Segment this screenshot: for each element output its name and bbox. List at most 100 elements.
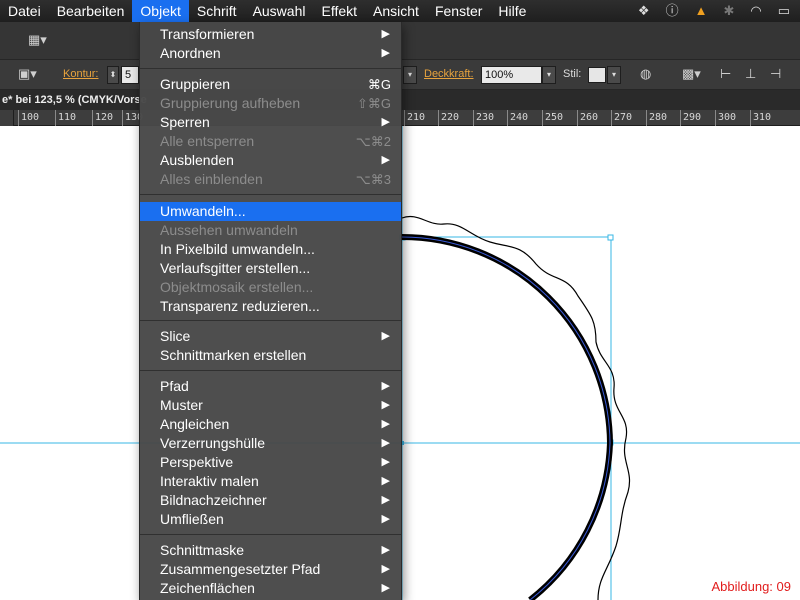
submenu-arrow-icon: ▶	[381, 418, 390, 430]
menu-bearbeiten[interactable]: Bearbeiten	[49, 0, 133, 22]
submenu-arrow-icon: ▶	[381, 28, 390, 40]
menu-item-label: Pfad	[160, 378, 189, 394]
menu-item-label: Bildnachzeichner	[160, 492, 267, 508]
submenu-arrow-icon: ▶	[381, 437, 390, 449]
menu-item-shortcut: ⌥⌘2	[355, 134, 391, 149]
bluetooth-icon[interactable]: ✱	[723, 0, 734, 22]
wifi-icon[interactable]: ◠	[750, 0, 761, 22]
menu-item-umfliessen[interactable]: Umfließen ▶	[140, 510, 401, 529]
menu-item-objektmosaik-erstellen[interactable]: Objektmosaik erstellen...	[140, 278, 401, 297]
menu-item-angleichen[interactable]: Angleichen ▶	[140, 415, 401, 434]
deckkraft-dropdown[interactable]: ▾	[542, 66, 556, 84]
menu-item-label: Sperren	[160, 114, 210, 130]
menu-item-ausblenden[interactable]: Ausblenden ▶	[140, 151, 401, 170]
document-tab[interactable]: e* bei 123,5 % (CMYK/Vorse	[0, 90, 147, 110]
menu-item-label: Angleichen	[160, 416, 230, 432]
kontur-stepper[interactable]: ⬍	[107, 66, 119, 84]
stil-dropdown[interactable]: ▾	[607, 66, 621, 84]
submenu-arrow-icon: ▶	[381, 456, 390, 468]
menu-item-gruppieren[interactable]: Gruppieren ⌘G	[140, 75, 401, 94]
menu-item-label: Slice	[160, 328, 191, 344]
submenu-arrow-icon: ▶	[381, 582, 390, 594]
menu-datei[interactable]: Datei	[0, 0, 49, 22]
ruler-label: 270	[614, 112, 633, 123]
info-icon[interactable]: ⓘ	[666, 0, 679, 22]
vlc-icon[interactable]: ▲	[695, 0, 708, 22]
battery-icon[interactable]: ▭	[778, 0, 790, 22]
menu-item-label: Zusammengesetzter Pfad	[160, 561, 321, 577]
menu-item-interaktiv-malen[interactable]: Interaktiv malen ▶	[140, 472, 401, 491]
submenu-arrow-icon: ▶	[381, 116, 390, 128]
deckkraft-input[interactable]: 100%	[481, 66, 542, 84]
style-swatch[interactable]	[588, 67, 606, 83]
recolor-icon[interactable]: ◍	[640, 66, 651, 82]
submenu-arrow-icon: ▶	[381, 563, 390, 575]
menu-item-shortcut: ⇧⌘G	[356, 96, 391, 111]
stroke-swatch-icon[interactable]: ▣▾	[18, 66, 37, 82]
menu-item-verlaufsgitter-erstellen[interactable]: Verlaufsgitter erstellen...	[140, 259, 401, 278]
stil-label: Stil:	[563, 68, 582, 80]
menu-item-label: Gruppierung aufheben	[160, 95, 301, 111]
menu-item-bildnachzeichner[interactable]: Bildnachzeichner ▶	[140, 491, 401, 510]
ruler-label: 210	[407, 112, 426, 123]
align-center-icon[interactable]: ⊥	[745, 66, 756, 82]
menu-item-umwandeln[interactable]: Umwandeln...	[140, 202, 401, 221]
menu-item-label: In Pixelbild umwandeln...	[160, 241, 315, 257]
menu-item-label: Interaktiv malen	[160, 473, 259, 489]
menu-item-label: Transformieren	[160, 26, 255, 42]
menu-item-sperren[interactable]: Sperren ▶	[140, 113, 401, 132]
menu-bar: Datei Bearbeiten Objekt Schrift Auswahl …	[0, 0, 800, 22]
menu-hilfe[interactable]: Hilfe	[490, 0, 534, 22]
ruler-label: 310	[753, 112, 772, 123]
objekt-dropdown-menu: Transformieren ▶ Anordnen ▶ Gruppieren ⌘G G…	[139, 22, 402, 600]
align-right-icon[interactable]: ⊣	[770, 66, 781, 82]
ruler-corner[interactable]	[0, 110, 14, 126]
menu-item-slice[interactable]: Slice ▶	[140, 327, 401, 346]
menu-item-in-pixelbild-umwandeln[interactable]: In Pixelbild umwandeln...	[140, 240, 401, 259]
menu-item-transparenz-reduzieren[interactable]: Transparenz reduzieren...	[140, 297, 401, 316]
menu-schrift[interactable]: Schrift	[189, 0, 245, 22]
submenu-arrow-icon: ▶	[381, 399, 390, 411]
menu-item-label: Gruppieren	[160, 76, 231, 92]
menu-item-alles-einblenden[interactable]: Alles einblenden ⌥⌘3	[140, 170, 401, 189]
workspace-switcher-icon[interactable]: ▦▾	[28, 32, 47, 48]
menu-item-schnittmaske[interactable]: Schnittmaske ▶	[140, 541, 401, 560]
menu-item-shortcut: ⌥⌘3	[355, 172, 391, 187]
menu-effekt[interactable]: Effekt	[313, 0, 365, 22]
submenu-arrow-icon: ▶	[381, 154, 390, 166]
ruler-label: 250	[545, 112, 564, 123]
menu-item-label: Alle entsperren	[160, 133, 255, 149]
dropbox-icon[interactable]: ❖	[638, 0, 650, 22]
menu-item-verzerrungshuelle[interactable]: Verzerrungshülle ▶	[140, 434, 401, 453]
menu-item-label: Zeichenflächen	[160, 580, 255, 596]
menu-separator	[140, 370, 401, 371]
menu-item-label: Alles einblenden	[160, 171, 263, 187]
menu-item-pfad[interactable]: Pfad ▶	[140, 377, 401, 396]
menu-item-muster[interactable]: Muster ▶	[140, 396, 401, 415]
submenu-arrow-icon: ▶	[381, 513, 390, 525]
menu-item-perspektive[interactable]: Perspektive ▶	[140, 453, 401, 472]
menu-item-anordnen[interactable]: Anordnen ▶	[140, 44, 401, 63]
brush-dropdown[interactable]: ▾	[403, 66, 417, 84]
menu-auswahl[interactable]: Auswahl	[245, 0, 314, 22]
submenu-arrow-icon: ▶	[381, 475, 390, 487]
menu-item-alle-entsperren[interactable]: Alle entsperren ⌥⌘2	[140, 132, 401, 151]
menu-item-gruppierung-aufheben[interactable]: Gruppierung aufheben ⇧⌘G	[140, 94, 401, 113]
kontur-input[interactable]: 5	[121, 66, 139, 84]
menu-separator	[140, 68, 401, 69]
menu-objekt[interactable]: Objekt	[132, 0, 189, 22]
menu-ansicht[interactable]: Ansicht	[365, 0, 427, 22]
menu-separator	[140, 320, 401, 321]
deckkraft-label[interactable]: Deckkraft:	[424, 68, 474, 80]
menu-item-aussehen-umwandeln[interactable]: Aussehen umwandeln	[140, 221, 401, 240]
menu-item-transformieren[interactable]: Transformieren ▶	[140, 25, 401, 44]
menu-fenster[interactable]: Fenster	[427, 0, 490, 22]
submenu-arrow-icon: ▶	[381, 47, 390, 59]
menu-item-schnittmarken-erstellen[interactable]: Schnittmarken erstellen	[140, 346, 401, 365]
submenu-arrow-icon: ▶	[381, 380, 390, 392]
kontur-label[interactable]: Kontur:	[63, 68, 98, 80]
align-left-icon[interactable]: ⊢	[720, 66, 731, 82]
grid-icon[interactable]: ▩▾	[682, 66, 701, 82]
menu-item-zusammengesetzter-pfad[interactable]: Zusammengesetzter Pfad ▶	[140, 560, 401, 579]
menu-item-zeichenflaechen[interactable]: Zeichenflächen ▶	[140, 579, 401, 598]
